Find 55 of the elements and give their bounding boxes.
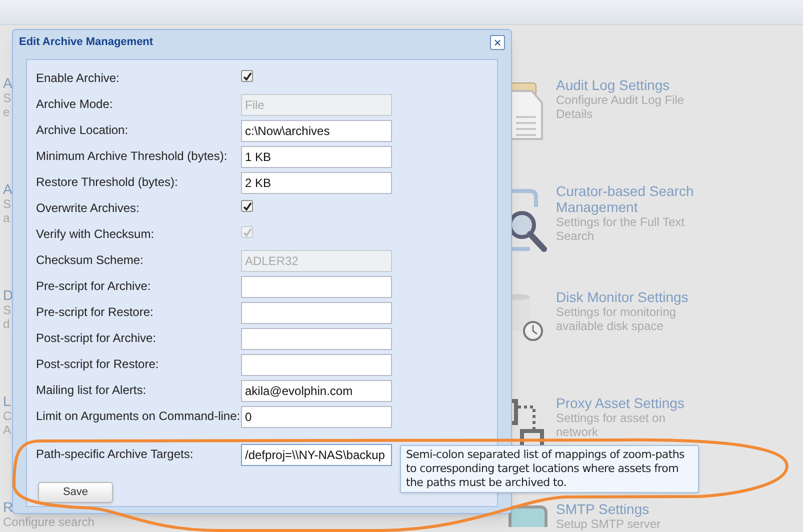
checkbox[interactable] xyxy=(241,200,253,212)
setting-description: S xyxy=(3,197,12,211)
input-field[interactable] xyxy=(241,302,392,324)
setting-title[interactable]: Audit Log Settings xyxy=(556,77,726,93)
setting-description: Configure search xyxy=(3,515,94,529)
input-field[interactable]: c:\Now\archives xyxy=(241,120,392,142)
setting-description: Configure Audit Log File Details xyxy=(556,93,686,121)
field-label: Pre-script for Archive: xyxy=(36,278,152,293)
setting-description: A xyxy=(3,423,12,437)
setting-description: S xyxy=(3,303,12,317)
setting-title[interactable]: Curator-based Search Management xyxy=(556,183,726,215)
close-button[interactable]: × xyxy=(490,34,505,50)
dialog-title: Edit Archive Management xyxy=(19,34,154,50)
setting-title[interactable]: L xyxy=(3,393,11,409)
setting-description: Settings for asset on network xyxy=(556,411,666,439)
input-field[interactable] xyxy=(241,354,392,376)
monitor-icon xyxy=(508,505,548,527)
field-label: Path-specific Archive Targets: xyxy=(36,446,194,461)
setting-description: C xyxy=(3,409,12,423)
checkbox[interactable] xyxy=(241,70,253,82)
setting-description: S xyxy=(3,91,12,105)
setting-title[interactable]: SMTP Settings xyxy=(556,501,726,517)
setting-description: Settings for the Full Text Search xyxy=(556,215,686,243)
input-field[interactable] xyxy=(241,328,392,350)
field-label: Enable Archive: xyxy=(36,70,120,85)
field-label: Restore Threshold (bytes): xyxy=(36,174,179,189)
field-label: Post-script for Archive: xyxy=(36,330,158,345)
field-label: Pre-script for Restore: xyxy=(36,304,154,319)
field-label: Minimum Archive Threshold (bytes): xyxy=(36,148,228,163)
setting-title[interactable]: Disk Monitor Settings xyxy=(556,289,726,305)
setting-description: a xyxy=(3,211,10,225)
setting-description: Setup SMTP server xyxy=(556,517,662,531)
input-field[interactable]: 2 KB xyxy=(241,172,392,194)
field-label: Limit on Arguments on Command-line: xyxy=(36,408,241,423)
setting-description: e xyxy=(3,105,10,119)
setting-title[interactable]: Proxy Asset Settings xyxy=(556,395,726,411)
input-field[interactable]: /defproj=\\NY-NAS\backup xyxy=(241,444,392,466)
tooltip: Semi-colon separated list of mappings of zoom-paths to corresponding target locations where assets from the paths must be archived to. xyxy=(400,445,699,493)
field-label: Checksum Scheme: xyxy=(36,252,144,267)
setting-title[interactable]: A xyxy=(3,181,12,197)
setting-title[interactable]: A xyxy=(3,75,12,91)
input-field[interactable]: akila@evolphin.com xyxy=(241,380,392,402)
field-label: Post-script for Restore: xyxy=(36,356,160,371)
input-field[interactable]: 0 xyxy=(241,406,392,428)
field-label: Archive Location: xyxy=(36,122,130,137)
setting-description: Settings for monitoring available disk space xyxy=(556,305,678,333)
field-label: Archive Mode: xyxy=(36,96,114,111)
field-label: Mailing list for Alerts: xyxy=(36,382,148,397)
input-field[interactable]: 1 KB xyxy=(241,146,392,168)
setting-description: d xyxy=(3,317,10,331)
save-button[interactable]: Save xyxy=(38,482,113,503)
input-field[interactable] xyxy=(241,276,392,298)
field-label: Overwrite Archives: xyxy=(36,200,140,215)
setting-title[interactable]: D xyxy=(3,287,14,303)
field-label: Verify with Checksum: xyxy=(36,226,156,241)
